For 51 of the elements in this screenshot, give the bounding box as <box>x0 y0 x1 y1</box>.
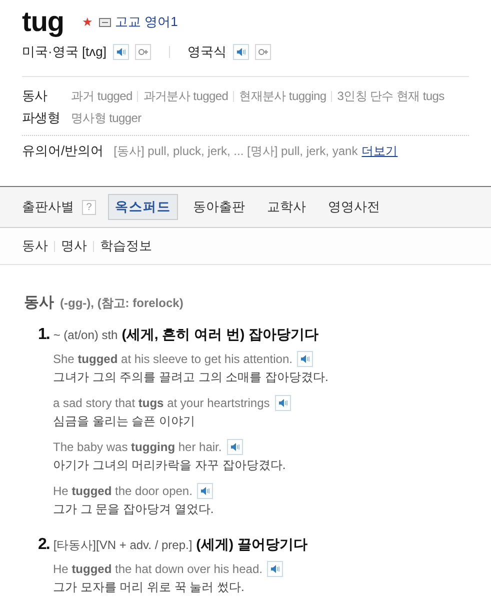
grammar-note: (-gg-), (참고: forelock) <box>60 295 184 312</box>
publisher-tab[interactable]: 동아출판 <box>186 194 252 220</box>
example-sentence: The baby was tugging her hair. <box>53 440 222 454</box>
publisher-tab[interactable]: 교학사 <box>260 194 313 220</box>
speaker-icon[interactable] <box>232 44 249 60</box>
star-icon: ★ <box>82 15 94 29</box>
derivative-label: 파생형 <box>22 109 62 127</box>
section-link[interactable]: 학습정보 <box>100 237 152 255</box>
publisher-label: 출판사별 <box>22 198 74 216</box>
speaker-icon[interactable] <box>297 351 314 367</box>
dictation-icon[interactable] <box>254 44 271 60</box>
speaker-icon[interactable] <box>197 483 214 499</box>
book-icon <box>99 18 112 26</box>
verb-form: 3인칭 단수 현재 tugs <box>336 88 446 104</box>
verb-form: 현재분사 tugging <box>238 88 328 104</box>
section-link[interactable]: 동사 <box>22 237 48 255</box>
more-link[interactable]: 더보기 <box>362 142 398 160</box>
speaker-icon[interactable] <box>226 439 243 455</box>
sense-meaning: (세게, 흔히 여러 번) 잡아당기다 <box>122 326 318 344</box>
dictation-icon[interactable] <box>134 44 151 60</box>
section-link[interactable]: 명사 <box>61 237 87 255</box>
pronunciation-label: 미국·영국 [tʌg] <box>22 43 107 61</box>
sense-number: 1. <box>38 326 50 344</box>
example-translation: 아기가 그녀의 머리카락을 자꾸 잡아당겼다. <box>53 457 287 474</box>
part-of-speech: 동사 <box>24 293 54 312</box>
sense-number: 2. <box>38 536 50 554</box>
verb-form: 과거 tugged <box>70 88 134 104</box>
speaker-icon[interactable] <box>112 44 129 60</box>
speaker-icon[interactable] <box>274 395 291 411</box>
verb-form: 과거분사 tugged <box>142 88 230 104</box>
example-translation: 심금을 울리는 슬픈 이야기 <box>53 413 196 430</box>
level-link[interactable]: 고교 영어1 <box>115 13 178 31</box>
example-sentence: He tugged the hat down over his head. <box>53 562 262 576</box>
example-translation: 그가 모자를 머리 위로 꾹 눌러 썼다. <box>53 579 246 596</box>
derivative-form: 명사형 tugger <box>70 110 142 126</box>
sense-meaning: (세게) 끌어당기다 <box>196 536 308 554</box>
sense-pattern: [타동사][VN + adv. / prep.] <box>53 537 192 554</box>
forms-label: 동사 <box>22 87 48 105</box>
pronunciation-label: 영국식 <box>188 43 227 61</box>
synonyms-label: 유의어/반의어 <box>22 142 104 160</box>
example-sentence: a sad story that tugs at your heartstrings <box>53 396 270 410</box>
publisher-tab[interactable]: 옥스퍼드 <box>108 194 178 220</box>
publisher-tab[interactable]: 영영사전 <box>321 194 387 220</box>
example-translation: 그녀가 그의 주의를 끌려고 그의 소매를 잡아당겼다. <box>53 369 330 386</box>
speaker-icon[interactable] <box>267 561 284 577</box>
headword: tug <box>22 6 64 38</box>
example-translation: 그가 그 문을 잡아당겨 열었다. <box>53 501 215 518</box>
synonyms-text: [동사] pull, pluck, jerk, ... [명사] pull, jerk, yank <box>114 142 358 160</box>
example-sentence: She tugged at his sleeve to get his attention. <box>53 352 292 366</box>
sense-pattern: ~ (at/on) sth <box>53 328 118 342</box>
example-sentence: He tugged the door open. <box>53 484 192 498</box>
